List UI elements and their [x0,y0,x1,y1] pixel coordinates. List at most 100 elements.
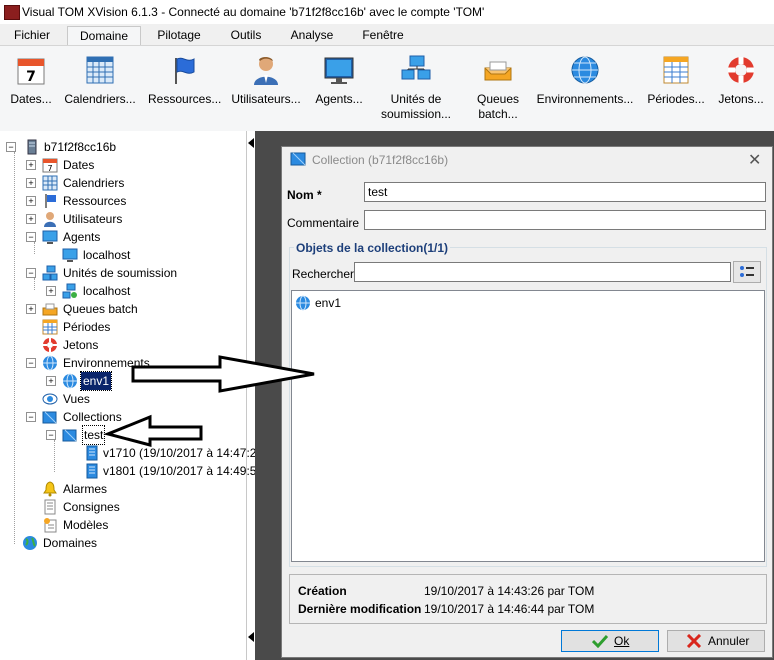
ribbon-queues-button[interactable]: Queues batch... [470,46,526,126]
expand-toggle-icon[interactable]: + [26,196,36,206]
ribbon-periodes-button[interactable]: Périodes... [645,46,707,126]
expand-toggle-icon[interactable]: + [26,304,36,314]
ribbon-agents-button[interactable]: Agents... [313,46,365,126]
ribbon-ressources-button[interactable]: Ressources... [148,46,221,126]
menu-tab-outils[interactable]: Outils [220,26,272,45]
modification-value: 19/10/2017 à 14:46:44 par TOM [424,602,595,616]
collapse-left-arrow-icon[interactable] [248,138,254,148]
lifebuoy-icon [728,57,754,83]
collapse-toggle-icon[interactable]: − [6,142,16,152]
expand-toggle-icon[interactable]: + [46,376,56,386]
title-bar: Visual TOM XVision 6.1.3 - Connecté au d… [0,0,774,24]
menu-tab-analyse[interactable]: Analyse [280,26,344,45]
grid-calendar-icon [42,175,58,191]
expand-toggle-icon[interactable]: + [46,286,56,296]
annotation-arrows [103,355,315,447]
search-input[interactable] [354,262,731,282]
user-icon [44,212,56,227]
close-icon[interactable]: ✕ [748,150,761,170]
ok-label: Ok [614,634,630,648]
flag-icon [45,194,56,208]
menu-tab-domaine[interactable]: Domaine [67,26,141,46]
globe-icon [43,355,57,371]
dialog-title: Collection (b71f2f8cc16b) [312,153,449,167]
calendar-7-icon: 7 [17,58,45,85]
cancel-x-icon [686,634,702,648]
menu-tab-fichier[interactable]: Fichier [4,26,60,45]
grid-calendar-icon [86,56,114,84]
monitor-icon [324,57,354,84]
menu-tab-pilotage[interactable]: Pilotage [145,26,213,45]
lifebuoy-icon [43,338,57,352]
ribbon-jetons-button[interactable]: Jetons... [715,46,767,126]
modification-label: Dernière modification [298,602,422,616]
creation-label: Création [298,584,347,598]
nom-field[interactable]: test [364,182,766,202]
network-computers-icon [42,265,58,281]
collapse-toggle-icon[interactable]: − [26,412,36,422]
tree-guide-line [54,440,55,472]
flag-icon [175,57,195,84]
ribbon-unites-button[interactable]: Unités de soumission... [378,46,454,126]
ribbon-calendriers-button[interactable]: Calendriers... [64,46,136,126]
queue-tray-icon [42,303,58,316]
window-title: Visual TOM XVision 6.1.3 - Connecté au d… [22,5,485,19]
collapse-toggle-icon[interactable]: − [46,430,56,440]
svg-text:7: 7 [47,164,52,173]
collapse-toggle-icon[interactable]: − [26,268,36,278]
server-icon [27,139,37,155]
commentaire-label: Commentaire [287,216,360,230]
collapse-toggle-icon[interactable]: − [26,358,36,368]
commentaire-field[interactable] [364,210,766,230]
bell-icon [43,481,57,497]
collection-icon [62,429,77,442]
rechercher-label: Rechercher [292,267,355,281]
annuler-button[interactable]: Annuler [667,630,765,652]
collection-objects-title: Objets de la collection(1/1) [294,241,451,255]
list-options-icon [740,266,754,277]
ribbon-dates-button[interactable]: 7 Dates... [8,46,54,126]
collapse-toggle-icon[interactable]: − [26,232,36,242]
ok-button[interactable]: Ok [561,630,659,652]
ribbon-utilisateurs-button[interactable]: Utilisateurs... [230,46,302,126]
tree-guide-line [34,278,35,290]
creation-value: 19/10/2017 à 14:43:26 par TOM [424,584,595,598]
tree-guide-line [34,242,35,254]
collection-icon [290,152,306,166]
collection-objects-list[interactable]: env1 [291,290,765,562]
queue-tray-icon [484,61,512,81]
eye-icon [42,393,58,405]
table-icon [42,319,58,335]
menu-tab-fenetre[interactable]: Fenêtre [352,26,414,45]
template-icon [44,518,57,533]
version-icon [86,463,98,479]
network-computers-icon [401,55,431,80]
earth-icon [23,536,37,550]
monitor-icon [62,248,78,262]
ribbon-environnements-button[interactable]: Environnements... [535,46,635,126]
ribbon-toolbar: 7 Dates... Calendriers... Ressources... … [0,45,774,132]
version-icon [86,445,98,461]
annuler-label: Annuler [708,634,750,648]
right-pointing-arrow [131,355,315,393]
collection-icon [42,411,57,424]
expand-toggle-icon[interactable]: + [26,160,36,170]
nom-label: Nom * [287,188,322,202]
network-computers-icon [62,283,77,299]
expand-toggle-icon[interactable]: + [26,178,36,188]
check-icon [592,634,608,648]
user-icon [254,57,278,85]
svg-text:7: 7 [26,69,36,85]
list-item-label: env1 [315,296,342,310]
collection-dialog: Collection (b71f2f8cc16b) ✕ Nom * test C… [281,146,773,658]
globe-icon [63,373,77,389]
globe-icon [296,295,310,311]
monitor-icon [42,230,58,244]
expand-toggle-icon[interactable]: + [26,214,36,224]
globe-icon [571,56,599,84]
collapse-left-arrow-icon[interactable] [248,632,254,642]
audit-info-box: Création 19/10/2017 à 14:43:26 par TOM D… [289,574,767,624]
list-options-button[interactable] [733,261,761,283]
left-pointing-arrow [103,414,203,447]
calendar-7-icon: 7 [42,158,58,173]
